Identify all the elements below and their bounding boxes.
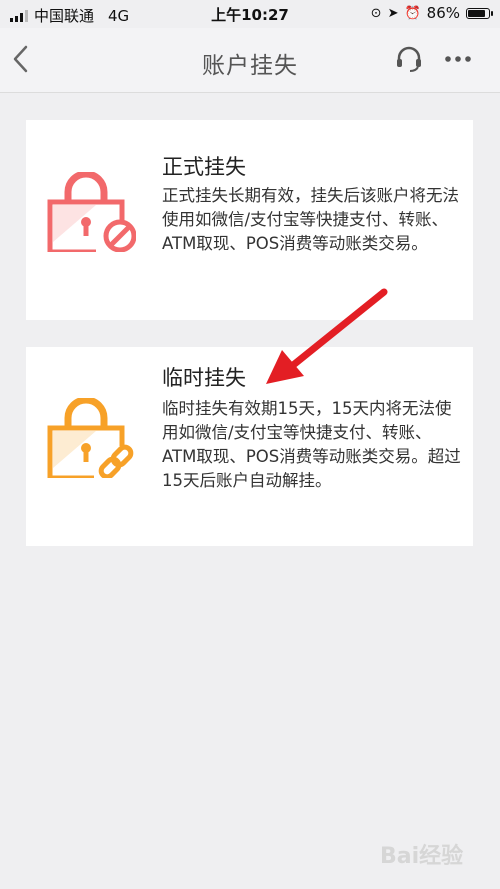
nav-bar: 账户挂失 bbox=[0, 28, 500, 93]
headset-icon[interactable] bbox=[394, 44, 424, 74]
page-title: 账户挂失 bbox=[202, 53, 298, 79]
option-description: 正式挂失长期有效，挂失后该账户将无法使用如微信/支付宝等快捷支付、转账、ATM取… bbox=[162, 186, 459, 253]
annotation-arrow bbox=[266, 288, 388, 384]
battery-icon bbox=[466, 7, 493, 19]
location-icon: ➤ bbox=[387, 5, 399, 21]
more-dots-icon[interactable] bbox=[444, 54, 472, 64]
option-title: 正式挂失 bbox=[162, 155, 246, 179]
temporary-report-loss-option[interactable]: 临时挂失 临时挂失有效期15天，15天内将无法使用如微信/支付宝等快捷支付、转账… bbox=[26, 347, 473, 546]
alarm-icon: ⏰ bbox=[404, 5, 421, 21]
battery-percent: 86% bbox=[426, 4, 460, 22]
status-bar: 中国联通 4G 上午10:27 ⊙ ➤ ⏰ 86% bbox=[0, 0, 500, 28]
option-title: 临时挂失 bbox=[162, 366, 246, 390]
option-description: 临时挂失有效期15天，15天内将无法使用如微信/支付宝等快捷支付、转账、ATM取… bbox=[162, 399, 461, 490]
rotation-lock-icon: ⊙ bbox=[370, 5, 382, 21]
watermark: Bai经验 bbox=[380, 844, 464, 869]
lock-link-icon bbox=[47, 398, 134, 478]
lock-blocked-icon bbox=[47, 172, 136, 252]
formal-report-loss-option[interactable]: 正式挂失 正式挂失长期有效，挂失后该账户将无法使用如微信/支付宝等快捷支付、转账… bbox=[26, 120, 473, 320]
